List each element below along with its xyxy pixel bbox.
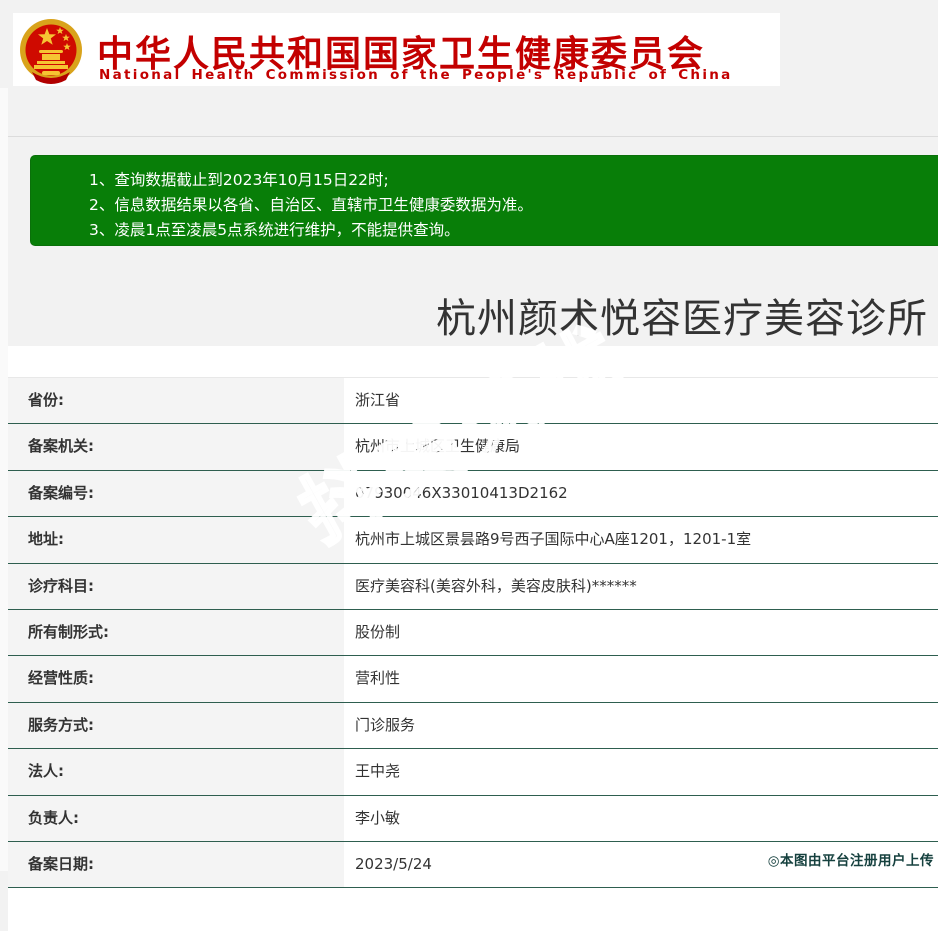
header-banner[interactable]: 中华人民共和国国家卫生健康委员会 National Health Commiss…: [13, 13, 780, 86]
field-value: 李小敏: [355, 808, 401, 827]
notice-box: 1、查询数据截止到2023年10月15日22时; 2、信息数据结果以各省、自治区…: [30, 155, 938, 246]
prc-national-emblem-icon: [20, 19, 82, 84]
notice-line-2: 2、信息数据结果以各省、自治区、直辖市卫生健康委数据为准。: [89, 196, 533, 214]
clinic-name-title: 杭州颜术悦容医疗美容诊所: [436, 296, 928, 342]
field-value: 营利性: [355, 669, 401, 688]
field-value: 杭州市上城区卫生健康局: [355, 437, 521, 456]
field-label: 法人:: [8, 749, 344, 795]
field-label: 诊疗科目:: [8, 563, 344, 609]
table-row-ownership-type: 所有制形式: 股份制: [8, 609, 938, 657]
field-label: 地址:: [8, 517, 344, 563]
field-value: 浙江省: [355, 391, 401, 409]
field-value: 医疗美容科(美容外科，美容皮肤科)******: [355, 576, 637, 595]
table-row-province: 省份: 浙江省: [8, 378, 938, 425]
site-title-english: National Health Commission of the People…: [99, 67, 733, 83]
table-row-filing-authority: 备案机关: 杭州市上城区卫生健康局: [8, 424, 938, 471]
table-row-filing-number: 备案编号: 07930046X33010413D2162: [8, 470, 938, 518]
photo-credit-watermark: ◎本图由平台注册用户上传: [767, 853, 934, 869]
field-label: 备案编号:: [8, 470, 344, 517]
header-divider: [8, 136, 938, 137]
field-value: 07930046X33010413D2162: [355, 483, 568, 502]
field-value: 杭州市上城区景昙路9号西子国际中心A座1201，1201-1室: [355, 530, 752, 549]
field-label: 经营性质:: [8, 656, 344, 702]
notice-line-1: 1、查询数据截止到2023年10月15日22时;: [89, 171, 389, 189]
page-left-margin: [0, 88, 8, 871]
field-label: 服务方式:: [8, 702, 344, 749]
table-row-address: 地址: 杭州市上城区景昙路9号西子国际中心A座1201，1201-1室: [8, 517, 938, 564]
table-row-legal-person: 法人: 王中尧: [8, 749, 938, 796]
table-row-business-nature: 经营性质: 营利性: [8, 656, 938, 703]
field-label: 备案机关:: [8, 424, 344, 470]
field-value: 王中尧: [355, 762, 401, 781]
table-row-service-mode: 服务方式: 门诊服务: [8, 702, 938, 750]
notice-line-3: 3、凌晨1点至凌晨5点系统进行维护，不能提供查询。: [89, 221, 460, 239]
table-row-medical-subjects: 诊疗科目: 医疗美容科(美容外科，美容皮肤科)******: [8, 563, 938, 610]
field-value: 门诊服务: [355, 715, 416, 734]
field-label: 省份:: [8, 378, 344, 424]
field-value: 股份制: [355, 622, 401, 641]
result-card: 省份: 浙江省 备案机关: 杭州市上城区卫生健康局 备案编号: 07930046…: [8, 346, 938, 931]
registration-table: 省份: 浙江省 备案机关: 杭州市上城区卫生健康局 备案编号: 07930046…: [8, 377, 938, 889]
field-label: 负责人:: [8, 795, 344, 841]
table-row-person-in-charge: 负责人: 李小敏: [8, 795, 938, 842]
field-label: 备案日期:: [8, 841, 344, 888]
field-label: 所有制形式:: [8, 609, 344, 656]
